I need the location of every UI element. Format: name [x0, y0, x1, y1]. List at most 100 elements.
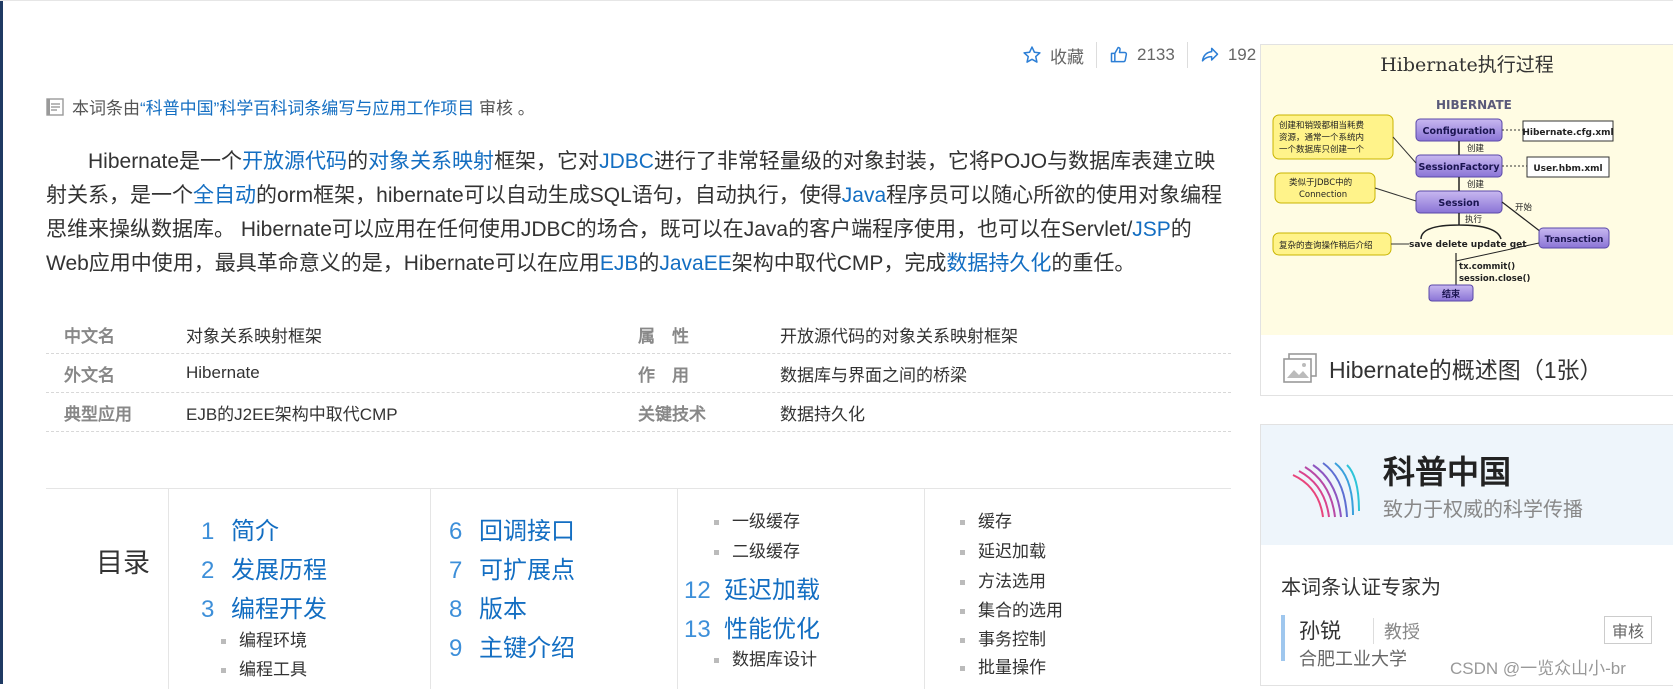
- favorite-label: 收藏: [1050, 47, 1084, 67]
- catalog-subitem[interactable]: 数据库设计: [714, 645, 817, 670]
- note-line: 一个数据库只创建一个: [1279, 144, 1365, 155]
- svg-text:SessionFactory: SessionFactory: [1418, 162, 1500, 173]
- review-prefix: 本词条由: [72, 99, 140, 118]
- note-line: 资源，通常一个系统内: [1279, 132, 1364, 143]
- catalog-item[interactable]: 9 主键介绍: [449, 628, 575, 663]
- inline-link[interactable]: 开放源代码: [242, 150, 347, 173]
- inline-link[interactable]: JavaEE: [659, 252, 731, 275]
- info-value[interactable]: 数据持久化: [780, 400, 865, 425]
- catalog-item[interactable]: 2 发展历程: [201, 550, 327, 585]
- info-row: 典型应用 EJB的J2EE架构中取代CMP 关键技术 数据持久化: [46, 393, 1231, 432]
- album-caption-text: Hibernate的概述图（1张）: [1329, 357, 1603, 383]
- paragraph-text: Hibernate是一个: [88, 150, 243, 173]
- svg-text:save delete update get: save delete update get: [1409, 240, 1527, 250]
- info-value: 开放源代码的对象关系映射框架: [780, 326, 1018, 346]
- catalog-subitem[interactable]: 方法选用: [960, 567, 1046, 592]
- svg-text:Transaction: Transaction: [1545, 235, 1604, 245]
- expert-heading: 本词条认证专家为: [1281, 577, 1441, 599]
- kepu-brand[interactable]: 科普中国: [1383, 447, 1511, 493]
- inline-link[interactable]: JSP: [1132, 218, 1171, 241]
- svg-text:结束: 结束: [1442, 288, 1461, 300]
- action-bar: 收藏 2133 192: [1010, 40, 1268, 70]
- catalog-subitem[interactable]: 一级缓存: [714, 507, 800, 532]
- catalog-subitem[interactable]: 编程环境: [221, 626, 307, 651]
- svg-text:Configuration: Configuration: [1422, 126, 1495, 137]
- info-value: Hibernate: [186, 363, 260, 382]
- catalog-subitem[interactable]: 批量操作: [960, 653, 1046, 678]
- svg-text:Session: Session: [1438, 198, 1479, 209]
- inline-link[interactable]: 全自动: [193, 184, 256, 207]
- thumbs-up-icon: [1110, 46, 1128, 63]
- paragraph-text: 框架，它对: [494, 150, 600, 173]
- favorite-button[interactable]: 收藏: [1010, 43, 1096, 68]
- info-key: 典型应用: [64, 404, 132, 424]
- note-line: 类似于JDBC中的: [1289, 177, 1352, 188]
- info-key: 外文名: [64, 365, 115, 385]
- expert-organization: 合肥工业大学: [1299, 649, 1407, 669]
- paragraph-text: 的: [347, 150, 369, 173]
- catalog-subitem[interactable]: 缓存: [960, 507, 1012, 532]
- like-button[interactable]: 2133: [1097, 45, 1187, 65]
- review-project-link[interactable]: “科普中国”科学百科词条编写与应用工作项目: [140, 99, 474, 118]
- catalog-item[interactable]: 13 性能优化: [684, 609, 820, 644]
- kepu-card: 科普中国 致力于权威的科学传播 本词条认证专家为 孙锐 教授 合肥工业大学 审核: [1260, 424, 1673, 686]
- catalog-item[interactable]: 12 延迟加载: [684, 570, 820, 605]
- info-key: 作 用: [638, 365, 689, 385]
- note-line: 复杂的查询操作稍后介绍: [1279, 240, 1373, 251]
- info-row: 中文名 对象关系映射框架 属 性 开放源代码的对象关系映射框架: [46, 315, 1231, 354]
- share-icon: [1201, 47, 1219, 62]
- svg-text:session.close(): session.close(): [1459, 274, 1530, 284]
- note-line: Connection: [1299, 190, 1347, 200]
- paragraph-text: 架构中取代CMP，完成: [731, 252, 947, 275]
- svg-text:执行: 执行: [1465, 214, 1483, 225]
- catalog-item[interactable]: 7 可扩展点: [449, 550, 575, 585]
- info-key: 关键技术: [638, 404, 706, 424]
- document-icon: [46, 97, 64, 116]
- info-value: 数据库与界面之间的桥梁: [780, 365, 967, 385]
- gallery-icon: [1283, 353, 1317, 383]
- catalog-title: 目录: [96, 548, 150, 578]
- catalog-item[interactable]: 6 回调接口: [449, 511, 575, 546]
- catalog: 目录 1 简介 2 发展历程 3 编程开发 编程环境 编程工具 6 回调接口 7 可扩展点…: [46, 488, 1231, 689]
- catalog-item[interactable]: 1 简介: [201, 511, 279, 546]
- svg-text:创建: 创建: [1467, 179, 1485, 190]
- note-line: 创建和销毁都相当耗费: [1279, 120, 1365, 131]
- kepu-slogan: 致力于权威的科学传播: [1383, 499, 1583, 521]
- catalog-subitem[interactable]: 事务控制: [960, 625, 1046, 650]
- svg-text:创建: 创建: [1467, 143, 1485, 154]
- svg-text:tx.commit(): tx.commit(): [1459, 262, 1515, 272]
- like-count: 2133: [1137, 45, 1175, 64]
- inline-link[interactable]: Java: [842, 184, 886, 207]
- info-value: 对象关系映射框架: [186, 326, 322, 346]
- inline-link[interactable]: JDBC: [599, 150, 654, 173]
- csdn-watermark: CSDN @一览众山小-br: [1450, 659, 1626, 678]
- share-button[interactable]: 192: [1188, 45, 1268, 65]
- paragraph-text: 的重任。: [1051, 252, 1136, 275]
- hibernate-process-diagram: Hibernate执行过程 HIBERNATE 创建和销毁都相当耗费 资源，通常…: [1272, 54, 1614, 302]
- catalog-subitem[interactable]: 编程工具: [221, 655, 307, 680]
- catalog-header: 目录: [46, 489, 169, 689]
- star-icon: [1023, 46, 1041, 63]
- catalog-subitem[interactable]: 延迟加载: [960, 537, 1046, 562]
- inline-link[interactable]: EJB: [600, 252, 639, 275]
- catalog-item[interactable]: 8 版本: [449, 589, 527, 624]
- inline-link[interactable]: 对象关系映射: [368, 150, 494, 173]
- info-table: 中文名 对象关系映射框架 属 性 开放源代码的对象关系映射框架外文名 Hibernate…: [46, 315, 1231, 432]
- diagram-title: Hibernate执行过程: [1380, 54, 1554, 76]
- diagram-logo: HIBERNATE: [1436, 98, 1512, 112]
- paragraph-text: 的orm框架，hibernate可以自动生成SQL语句，自动执行，使得: [256, 184, 842, 207]
- album-caption[interactable]: Hibernate的概述图（1张）: [1283, 351, 1603, 385]
- summary-paragraph: Hibernate是一个开放源代码的对象关系映射框架，它对JDBC进行了非常轻量…: [46, 145, 1226, 281]
- catalog-item[interactable]: 3 编程开发: [201, 589, 327, 624]
- svg-text:User.hbm.xml: User.hbm.xml: [1533, 164, 1602, 174]
- kepu-logo-icon: [1292, 462, 1360, 518]
- inline-link[interactable]: 数据持久化: [946, 252, 1051, 275]
- hibernate-diagram-image[interactable]: Hibernate执行过程 HIBERNATE 创建和销毁都相当耗费 资源，通常…: [1261, 45, 1673, 335]
- catalog-subitem[interactable]: 二级缓存: [714, 537, 800, 562]
- expert-accent-bar: [1281, 615, 1285, 661]
- review-suffix: 审核 。: [474, 99, 535, 118]
- overview-album[interactable]: Hibernate执行过程 HIBERNATE 创建和销毁都相当耗费 资源，通常…: [1260, 44, 1673, 396]
- expert-name[interactable]: 孙锐: [1299, 615, 1341, 645]
- catalog-subitem[interactable]: 集合的选用: [960, 596, 1063, 621]
- left-edge: [0, 0, 3, 684]
